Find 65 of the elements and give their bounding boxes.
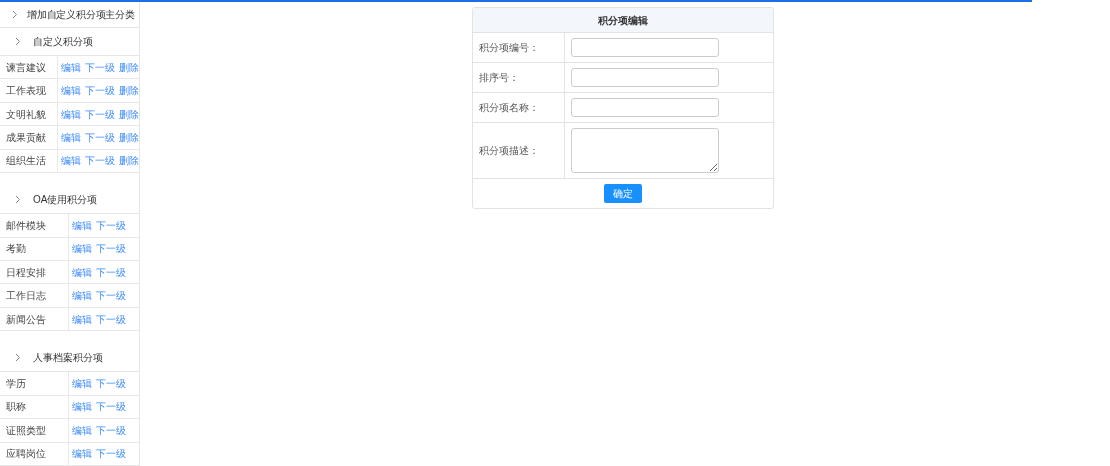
chevron-right-icon [15,36,21,46]
action-link[interactable]: 下一级 [96,241,126,257]
action-link[interactable]: 下一级 [85,59,115,75]
item-name: 邮件模块 [0,214,69,237]
action-link[interactable]: 下一级 [96,399,126,415]
field-label: 积分项名称： [472,93,565,122]
chevron-right-icon [12,9,18,19]
action-link[interactable]: 编辑 [72,399,92,415]
item-name: 证照类型 [0,419,69,442]
action-link[interactable]: 编辑 [61,59,81,75]
action-link[interactable]: 下一级 [85,129,115,145]
item-name: 职称 [0,395,69,419]
action-link[interactable]: 编辑 [72,446,92,462]
action-link[interactable]: 下一级 [96,311,126,327]
item-name: 谏言建议 [0,55,58,79]
chevron-right-icon [15,353,21,363]
confirm-button[interactable]: 确定 [603,184,642,203]
action-link[interactable]: 删除 [119,129,139,145]
action-link[interactable]: 编辑 [72,241,92,257]
item-name: 工作表现 [0,79,58,102]
action-link[interactable]: 删除 [119,153,139,169]
action-link[interactable]: 编辑 [61,83,81,99]
group-title[interactable]: 人事档案积分项 [33,350,103,366]
action-link[interactable]: 编辑 [72,264,92,280]
item-name: 学历 [0,372,69,395]
action-link[interactable]: 下一级 [96,288,126,304]
item-name: 文明礼貌 [0,102,58,126]
action-link[interactable]: 下一级 [85,83,115,99]
action-link[interactable]: 下一级 [85,153,115,169]
action-link[interactable]: 下一级 [96,264,126,280]
item-name: 考勤 [0,237,69,260]
item-name: 新闻公告 [0,307,69,331]
action-link[interactable]: 编辑 [72,288,92,304]
action-link[interactable]: 编辑 [72,376,92,391]
action-link[interactable]: 编辑 [61,129,81,145]
action-link[interactable]: 下一级 [96,217,126,233]
action-link[interactable]: 下一级 [96,446,126,462]
field-label: 积分项编号： [472,33,565,62]
action-link[interactable]: 编辑 [72,311,92,327]
action-link[interactable]: 删除 [119,83,139,99]
description-textarea[interactable] [570,128,719,173]
action-link[interactable]: 删除 [119,106,139,122]
action-link[interactable]: 编辑 [61,106,81,122]
action-link[interactable]: 下一级 [96,422,126,438]
item-name: 成果贡献 [0,126,58,149]
action-link[interactable]: 编辑 [72,422,92,438]
field-label: 排序号： [472,63,565,92]
item-name: 日程安排 [0,261,69,284]
item-name: 组织生活 [0,149,58,173]
action-link[interactable]: 编辑 [72,217,92,233]
action-link[interactable]: 删除 [119,59,139,75]
chevron-right-icon [15,195,21,205]
add-category-link[interactable]: 增加自定义积分项主分类 [27,6,135,22]
input-field[interactable] [570,98,719,117]
action-link[interactable]: 下一级 [96,376,126,391]
action-link[interactable]: 下一级 [85,106,115,122]
item-name: 工作日志 [0,284,69,307]
action-link[interactable]: 编辑 [61,153,81,169]
input-field[interactable] [570,68,719,87]
group-title[interactable]: OA使用积分项 [33,192,98,208]
form-title: 积分项编辑 [472,8,773,33]
item-name: 应聘岗位 [0,442,69,466]
group-title[interactable]: 自定义积分项 [33,33,93,49]
input-field[interactable] [570,38,719,57]
field-label: 积分项描述： [472,123,565,178]
